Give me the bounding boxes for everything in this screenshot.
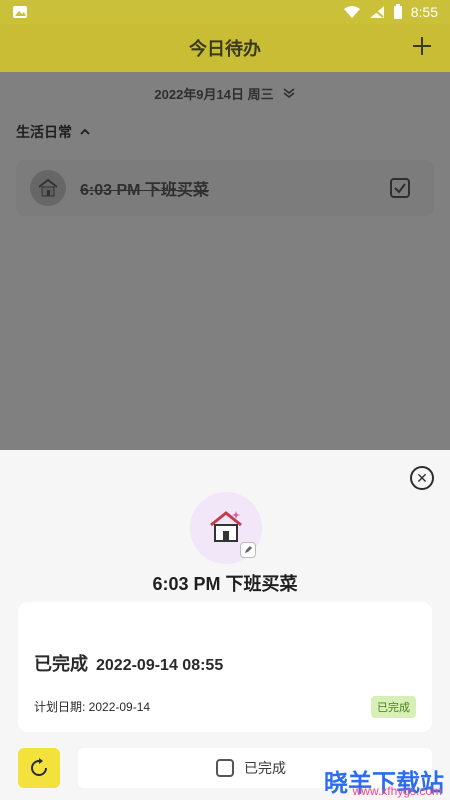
date-selector[interactable]: 2022年9月14日 周三	[0, 78, 450, 108]
section-title: 生活日常	[16, 124, 72, 140]
complete-label: 已完成	[244, 760, 286, 776]
task-avatar	[30, 170, 66, 206]
done-time: 2022-09-14 08:55	[96, 657, 224, 674]
undo-button[interactable]	[18, 748, 60, 788]
section-header[interactable]: 生活日常	[16, 122, 92, 142]
sheet-title: 6:03 PM 下班买菜	[152, 574, 298, 594]
status-right: 8:55	[343, 4, 438, 20]
completion-info-card: 已完成 2022-09-14 08:55 计划日期: 2022-09-14 已完…	[18, 602, 432, 732]
planned-date: 计划日期: 2022-09-14	[34, 700, 151, 714]
done-label: 已完成	[34, 654, 88, 674]
image-icon	[13, 6, 27, 18]
checkmark-icon	[394, 183, 406, 194]
wifi-icon	[343, 6, 360, 18]
task-title: 6:03 PM 下班买菜	[80, 182, 209, 199]
chevron-up-icon	[80, 128, 90, 135]
status-left	[12, 4, 28, 20]
add-button[interactable]	[410, 34, 434, 58]
battery-icon	[393, 4, 402, 19]
close-button[interactable]: ✕	[410, 466, 434, 490]
status-bar: 8:55	[0, 0, 450, 24]
task-checkbox[interactable]	[390, 178, 410, 198]
status-badge: 已完成	[371, 696, 416, 718]
task-item[interactable]: 6:03 PM 下班买菜	[16, 160, 434, 216]
edit-icon	[245, 546, 252, 553]
status-time: 8:55	[410, 4, 438, 20]
close-icon: ✕	[416, 469, 428, 486]
house-icon	[38, 178, 58, 197]
double-chevron-down-icon	[283, 88, 295, 99]
signal-off-icon	[369, 6, 384, 18]
date-text: 2022年9月14日 周三	[154, 86, 274, 102]
watermark-url: www.xfhygs.com	[352, 784, 442, 798]
edit-avatar-button[interactable]	[240, 542, 256, 558]
completion-line: 已完成 2022-09-14 08:55	[34, 650, 223, 676]
plus-icon	[413, 37, 431, 55]
dimmed-page[interactable]: 2022年9月14日 周三 生活日常 6:03 PM 下班买菜	[0, 72, 450, 450]
refresh-icon	[31, 758, 47, 776]
page-title: 今日待办	[189, 39, 261, 59]
task-detail-sheet: ✕ 6:03 PM 下班买菜 已完成 2022-09-14 08:55 计划日期…	[0, 450, 450, 800]
checkbox-icon	[216, 759, 234, 777]
task-avatar-large	[190, 492, 262, 564]
app-header: 今日待办	[0, 24, 450, 72]
